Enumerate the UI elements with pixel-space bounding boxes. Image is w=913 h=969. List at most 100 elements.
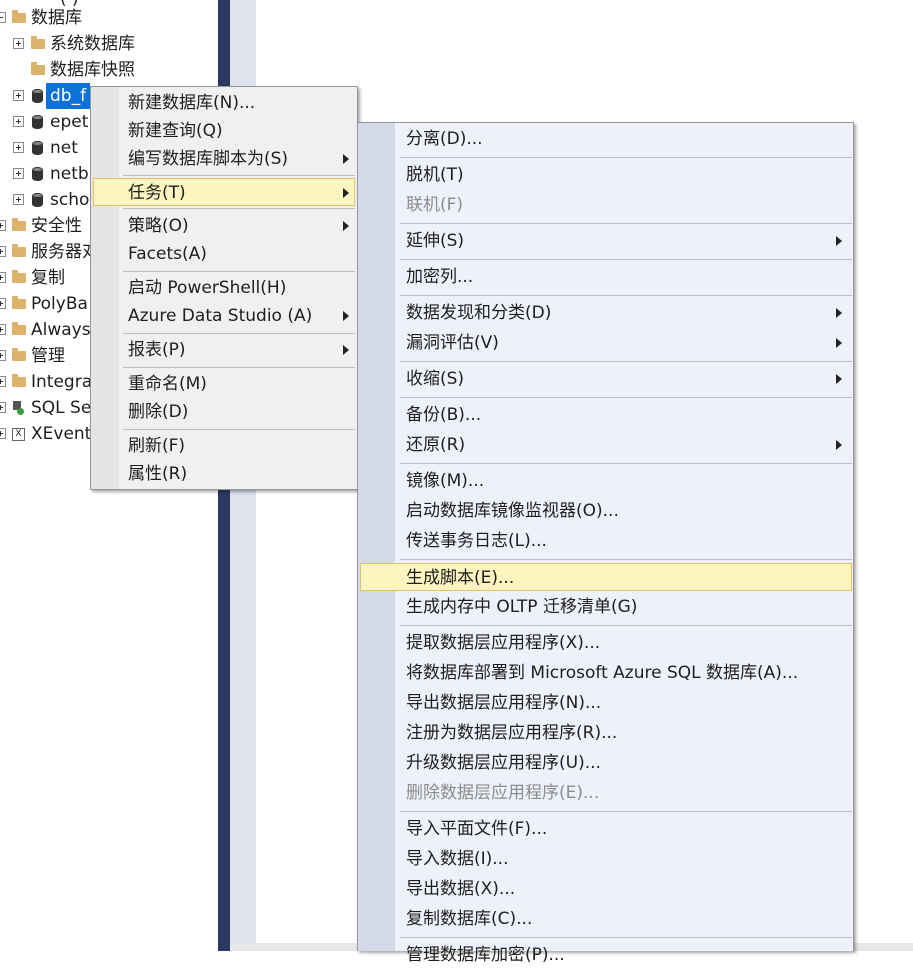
expand-icon[interactable] (0, 376, 6, 387)
folder-icon (12, 270, 26, 283)
agent-icon (12, 401, 24, 415)
menu-item-delete-dac[interactable]: 删除数据层应用程序(E)... (360, 779, 852, 807)
menu-item-start-powershell[interactable]: 启动 PowerShell(H) (93, 274, 355, 302)
tree-node-database-snapshots[interactable]: 数据库快照 (0, 57, 218, 83)
submenu-arrow-icon (836, 440, 842, 450)
menu-item-script-database-as[interactable]: 编写数据库脚本为(S) (93, 145, 355, 173)
tree-node-system-databases[interactable]: 系统数据库 (0, 31, 218, 57)
submenu-arrow-icon (343, 154, 349, 164)
database-icon (32, 167, 43, 181)
menu-item-upgrade-dac[interactable]: 升级数据层应用程序(U)... (360, 749, 852, 777)
menu-item-vulnerability-assessment[interactable]: 漏洞评估(V) (360, 329, 852, 357)
menu-separator (400, 157, 852, 158)
database-icon (32, 89, 43, 103)
expand-icon[interactable] (0, 324, 6, 335)
folder-icon (31, 62, 45, 75)
expand-icon[interactable] (0, 220, 6, 231)
menu-item-generate-scripts[interactable]: 生成脚本(E)... (360, 563, 852, 591)
submenu-arrow-icon (343, 188, 349, 198)
menu-item-import-flat-file[interactable]: 导入平面文件(F)... (360, 815, 852, 843)
menu-item-tasks[interactable]: 任务(T) (93, 178, 355, 206)
menu-item-ship-transaction-logs[interactable]: 传送事务日志(L)... (360, 527, 852, 555)
folder-icon (12, 244, 26, 257)
menu-item-stretch[interactable]: 延伸(S) (360, 227, 852, 255)
menu-item-import-data[interactable]: 导入数据(I)... (360, 845, 852, 873)
tree-node-databases[interactable]: 数据库 (0, 5, 218, 31)
menu-item-restore[interactable]: 还原(R) (360, 431, 852, 459)
expand-icon[interactable] (13, 168, 24, 179)
menu-separator (400, 259, 852, 260)
database-context-menu: 新建数据库(N)... 新建查询(Q) 编写数据库脚本为(S) 任务(T) 策略… (90, 86, 358, 490)
expand-icon[interactable] (13, 194, 24, 205)
menu-separator (400, 559, 852, 560)
menu-item-data-discovery[interactable]: 数据发现和分类(D) (360, 299, 852, 327)
expand-icon[interactable] (13, 38, 24, 49)
menu-item-export-data[interactable]: 导出数据(X)... (360, 875, 852, 903)
menu-separator (123, 367, 355, 368)
tasks-submenu: 分离(D)... 脱机(T) 联机(F) 延伸(S) 加密列... 数据发现和分… (357, 122, 854, 965)
menu-item-extract-dac[interactable]: 提取数据层应用程序(X)... (360, 629, 852, 657)
menu-item-facets[interactable]: Facets(A) (93, 240, 355, 268)
folder-icon (12, 296, 26, 309)
xevent-icon: X (12, 428, 25, 441)
menu-separator (123, 175, 355, 176)
menu-item-register-dac[interactable]: 注册为数据层应用程序(R)... (360, 719, 852, 747)
menu-separator (123, 271, 355, 272)
expand-icon[interactable] (13, 142, 24, 153)
menu-item-mirror[interactable]: 镜像(M)... (360, 467, 852, 495)
submenu-arrow-icon (343, 221, 349, 231)
submenu-arrow-icon (836, 308, 842, 318)
expand-icon[interactable] (0, 246, 6, 257)
menu-separator (123, 429, 355, 430)
folder-icon (12, 348, 26, 361)
menu-item-delete[interactable]: 删除(D) (93, 398, 355, 426)
folder-icon (12, 10, 26, 23)
expand-icon[interactable] (13, 90, 24, 101)
menu-separator (123, 333, 355, 334)
expand-icon[interactable] (0, 402, 6, 413)
menu-item-azure-data-studio[interactable]: Azure Data Studio (A) (93, 302, 355, 330)
menu-separator (400, 223, 852, 224)
menu-item-copy-database[interactable]: 复制数据库(C)... (360, 905, 852, 933)
menu-separator (400, 397, 852, 398)
database-icon (32, 141, 43, 155)
menu-separator (400, 937, 852, 938)
submenu-arrow-icon (836, 374, 842, 384)
collapse-icon[interactable] (0, 12, 6, 23)
menu-item-bring-online[interactable]: 联机(F) (360, 191, 852, 219)
submenu-arrow-icon (343, 311, 349, 321)
menu-separator (400, 625, 852, 626)
menu-item-launch-mirroring-monitor[interactable]: 启动数据库镜像监视器(O)... (360, 497, 852, 525)
expand-icon[interactable] (0, 272, 6, 283)
menu-item-encrypt-columns[interactable]: 加密列... (360, 263, 852, 291)
expand-icon[interactable] (13, 116, 24, 127)
folder-icon (12, 322, 26, 335)
menu-item-manage-database-encryption[interactable]: 管理数据库加密(P)... (360, 941, 852, 969)
submenu-arrow-icon (343, 345, 349, 355)
expand-icon[interactable] (0, 298, 6, 309)
menu-item-new-database[interactable]: 新建数据库(N)... (93, 89, 355, 117)
menu-item-deploy-to-azure[interactable]: 将数据库部署到 Microsoft Azure SQL 数据库(A)... (360, 659, 852, 687)
folder-icon (31, 36, 45, 49)
menu-item-reports[interactable]: 报表(P) (93, 336, 355, 364)
menu-item-rename[interactable]: 重命名(M) (93, 370, 355, 398)
menu-item-oltp-migration-checklist[interactable]: 生成内存中 OLTP 迁移清单(G) (360, 593, 852, 621)
menu-item-take-offline[interactable]: 脱机(T) (360, 161, 852, 189)
menu-item-detach[interactable]: 分离(D)... (360, 125, 852, 153)
menu-item-backup[interactable]: 备份(B)... (360, 401, 852, 429)
database-icon (32, 115, 43, 129)
folder-icon (12, 374, 26, 387)
menu-item-refresh[interactable]: 刷新(F) (93, 432, 355, 460)
menu-item-policies[interactable]: 策略(O) (93, 212, 355, 240)
expand-icon[interactable] (0, 428, 6, 439)
menu-item-shrink[interactable]: 收缩(S) (360, 365, 852, 393)
expand-icon[interactable] (0, 350, 6, 361)
folder-icon (12, 218, 26, 231)
database-icon (32, 193, 43, 207)
menu-separator (400, 361, 852, 362)
menu-item-export-dac[interactable]: 导出数据层应用程序(N)... (360, 689, 852, 717)
menu-item-properties[interactable]: 属性(R) (93, 460, 355, 488)
menu-separator (400, 811, 852, 812)
menu-item-new-query[interactable]: 新建查询(Q) (93, 117, 355, 145)
submenu-arrow-icon (836, 338, 842, 348)
